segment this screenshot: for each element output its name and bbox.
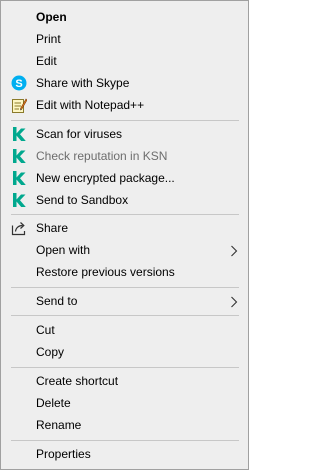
menu-item-label: Create shortcut bbox=[36, 374, 119, 388]
menu-item-properties[interactable]: Properties bbox=[1, 443, 248, 465]
menu-separator bbox=[11, 214, 239, 215]
chevron-right-icon bbox=[230, 244, 238, 257]
svg-text:S: S bbox=[15, 78, 22, 90]
menu-item-label: Delete bbox=[36, 396, 71, 410]
kaspersky-icon bbox=[11, 126, 27, 142]
menu-item-label: Open bbox=[36, 10, 67, 24]
menu-item-label: Properties bbox=[36, 447, 91, 461]
menu-item-share[interactable]: Share bbox=[1, 217, 248, 239]
menu-separator bbox=[11, 120, 239, 121]
menu-item-edit[interactable]: Edit bbox=[1, 50, 248, 72]
menu-item-label: Share with Skype bbox=[36, 76, 130, 90]
menu-item-label: New encrypted package... bbox=[36, 171, 175, 185]
menu-item-copy[interactable]: Copy bbox=[1, 341, 248, 363]
menu-item-open-with[interactable]: Open with bbox=[1, 239, 248, 261]
menu-item-label: Scan for viruses bbox=[36, 127, 123, 141]
menu-item-label: Edit bbox=[36, 54, 57, 68]
share-icon bbox=[11, 220, 27, 236]
menu-item-label: Cut bbox=[36, 323, 55, 337]
menu-item-send-to-sandbox[interactable]: Send to Sandbox bbox=[1, 189, 248, 211]
skype-icon: S bbox=[11, 75, 27, 91]
chevron-right-icon bbox=[230, 295, 238, 308]
kaspersky-icon bbox=[11, 148, 27, 164]
menu-item-label: Send to Sandbox bbox=[36, 193, 129, 207]
kaspersky-icon bbox=[11, 170, 27, 186]
notepad-icon bbox=[11, 97, 27, 113]
menu-separator bbox=[11, 287, 239, 288]
menu-item-label: Open with bbox=[36, 243, 91, 257]
context-menu: Open Print Edit S Share with Skype Edit … bbox=[0, 0, 249, 470]
menu-item-open[interactable]: Open bbox=[1, 6, 248, 28]
menu-item-label: Check reputation in KSN bbox=[36, 149, 168, 163]
menu-item-label: Rename bbox=[36, 418, 82, 432]
menu-separator bbox=[11, 440, 239, 441]
menu-item-new-encrypted-package[interactable]: New encrypted package... bbox=[1, 167, 248, 189]
menu-item-label: Edit with Notepad++ bbox=[36, 98, 145, 112]
menu-item-cut[interactable]: Cut bbox=[1, 319, 248, 341]
menu-item-rename[interactable]: Rename bbox=[1, 414, 248, 436]
menu-item-scan-for-viruses[interactable]: Scan for viruses bbox=[1, 123, 248, 145]
menu-item-print[interactable]: Print bbox=[1, 28, 248, 50]
kaspersky-icon bbox=[11, 192, 27, 208]
menu-item-label: Copy bbox=[36, 345, 65, 359]
menu-item-create-shortcut[interactable]: Create shortcut bbox=[1, 370, 248, 392]
menu-item-label: Print bbox=[36, 32, 61, 46]
menu-item-label: Restore previous versions bbox=[36, 265, 175, 279]
menu-separator bbox=[11, 315, 239, 316]
menu-item-label: Send to bbox=[36, 294, 78, 308]
menu-item-check-reputation: Check reputation in KSN bbox=[1, 145, 248, 167]
menu-separator bbox=[11, 367, 239, 368]
menu-item-label: Share bbox=[36, 221, 69, 235]
menu-item-send-to[interactable]: Send to bbox=[1, 290, 248, 312]
menu-item-share-with-skype[interactable]: S Share with Skype bbox=[1, 72, 248, 94]
menu-item-edit-with-notepad[interactable]: Edit with Notepad++ bbox=[1, 94, 248, 116]
menu-item-restore-previous-versions[interactable]: Restore previous versions bbox=[1, 261, 248, 283]
menu-item-delete[interactable]: Delete bbox=[1, 392, 248, 414]
